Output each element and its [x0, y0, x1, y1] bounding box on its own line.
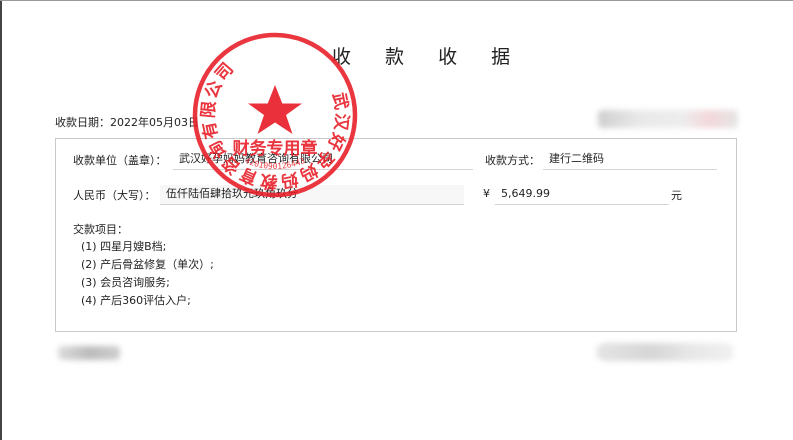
list-item: (3) 会员咨询服务; — [81, 276, 170, 289]
list-item: (4) 产后360评估入户; — [81, 294, 191, 307]
payer-unit-label: 收款单位（盖章）： — [73, 154, 167, 167]
payment-method-value: 建行二维码 — [543, 150, 717, 170]
items-list: (1) 四星月嫂B档; (2) 产后骨盆修复（单次）; (3) 会员咨询服务; … — [81, 238, 214, 310]
payment-method-label: 收款方式： — [485, 154, 540, 167]
date-value: 2022年05月03日 — [110, 116, 199, 129]
list-item: (1) 四星月嫂B档; — [81, 240, 167, 253]
currency-symbol: ¥ — [483, 187, 490, 200]
rmb-upper-label: 人民币（大写）： — [73, 189, 156, 202]
items-label: 交款项目： — [73, 223, 128, 236]
redacted-number-top-right — [598, 110, 738, 128]
amount-value: 5,649.99 — [495, 185, 669, 205]
page-top-border — [0, 0, 793, 1]
page-left-border — [0, 0, 2, 440]
receipt-date: 收款日期：2022年05月03日 — [55, 114, 199, 130]
list-item: (2) 产后骨盆修复（单次）; — [81, 258, 214, 271]
stamp-center-text: 财务专用章 — [232, 138, 318, 159]
finance-seal-stamp: 武汉好孕妈妈教育咨询有限公司 财务专用章 4201090126443 — [192, 32, 358, 198]
unit-yuan: 元 — [671, 189, 682, 202]
star-icon — [248, 85, 302, 134]
date-label: 收款日期： — [55, 116, 110, 129]
receipt-title: 收 款 收 据 — [332, 46, 525, 68]
redacted-signature-left — [58, 346, 120, 360]
redacted-signature-right — [596, 343, 734, 361]
